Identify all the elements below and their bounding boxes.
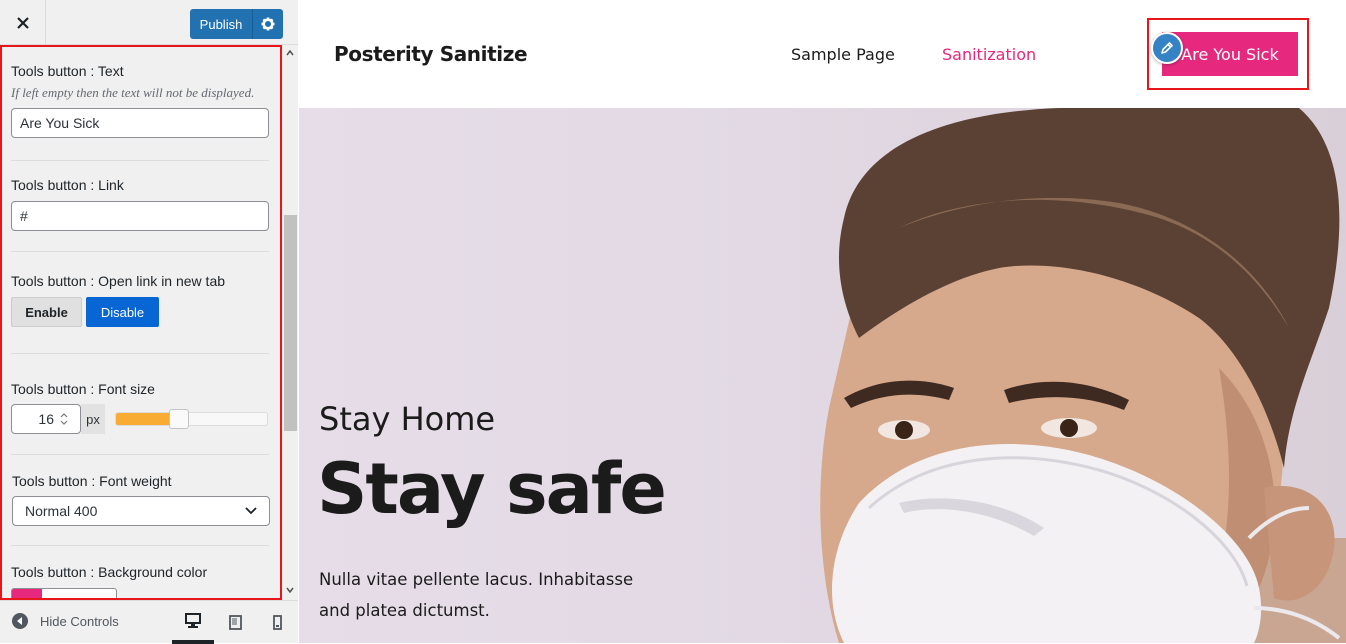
- control-label: Tools button : Text: [11, 63, 124, 79]
- tablet-preview-button[interactable]: [214, 601, 256, 644]
- control-bg-color: Tools button : Background color: [11, 564, 269, 600]
- scroll-down-arrow[interactable]: [282, 582, 298, 598]
- divider: [11, 353, 269, 354]
- control-text: Tools button : Text If left empty then t…: [11, 63, 269, 138]
- font-weight-select[interactable]: Normal 400: [12, 496, 270, 526]
- divider: [11, 160, 269, 161]
- gear-icon: [261, 17, 275, 31]
- mobile-preview-button[interactable]: [256, 601, 298, 644]
- desktop-preview-button[interactable]: [172, 601, 214, 644]
- divider: [11, 251, 269, 252]
- close-icon: [16, 16, 29, 29]
- font-size-unit: px: [81, 404, 105, 434]
- hero-subtitle: Stay Home: [319, 400, 496, 438]
- hero-photo: [820, 108, 1346, 643]
- nav-link-sanitization[interactable]: Sanitization: [942, 45, 1036, 64]
- site-header: Posterity Sanitize Sample Page Sanitizat…: [299, 0, 1346, 108]
- control-label: Tools button : Link: [11, 177, 124, 193]
- disable-button[interactable]: Disable: [86, 297, 159, 327]
- publish-button[interactable]: Publish: [190, 9, 252, 39]
- pencil-icon: [1161, 42, 1173, 54]
- scroll-thumb[interactable]: [284, 215, 297, 431]
- enable-button[interactable]: Enable: [11, 297, 82, 327]
- customizer-header: Publish: [0, 0, 298, 45]
- control-label: Tools button : Font weight: [12, 473, 172, 489]
- scroll-up-arrow[interactable]: [282, 45, 298, 61]
- chevron-down-icon: [245, 507, 257, 515]
- divider: [11, 545, 269, 546]
- hide-controls-button[interactable]: Hide Controls: [12, 613, 119, 629]
- hero-section: Stay Home Stay safe Nulla vitae pellente…: [299, 108, 1346, 643]
- control-link: Tools button : Link #: [11, 177, 269, 231]
- button-text-input[interactable]: Are You Sick: [11, 108, 269, 138]
- hide-controls-label: Hide Controls: [40, 613, 119, 629]
- spinner-icon[interactable]: [58, 410, 70, 428]
- desktop-icon: [185, 613, 201, 628]
- tablet-icon: [228, 615, 242, 630]
- controls-panel: Tools button : Text If left empty then t…: [0, 45, 282, 600]
- collapse-arrow-icon: [12, 613, 28, 629]
- mobile-icon: [272, 615, 282, 630]
- publish-settings-button[interactable]: [252, 9, 283, 39]
- hero-text: Nulla vitae pellente lacus. Inhabitasse …: [319, 570, 634, 620]
- site-preview: Posterity Sanitize Sample Page Sanitizat…: [299, 0, 1346, 643]
- control-font-size: Tools button : Font size 16 px: [11, 381, 269, 434]
- site-title[interactable]: Posterity Sanitize: [334, 42, 528, 66]
- nav-link-sample-page[interactable]: Sample Page: [791, 45, 895, 64]
- are-you-sick-button[interactable]: Are You Sick: [1162, 32, 1298, 76]
- control-new-tab: Tools button : Open link in new tab Enab…: [11, 273, 269, 327]
- chevron-up-icon: [286, 50, 294, 56]
- font-size-row: 16 px: [11, 404, 269, 434]
- font-weight-value: Normal 400: [25, 503, 98, 519]
- hero-title: Stay safe: [317, 448, 667, 530]
- publish-group: Publish: [190, 9, 283, 39]
- control-label: Tools button : Font size: [11, 381, 155, 397]
- controls-scrollbar[interactable]: [282, 45, 298, 600]
- font-size-value: 16: [38, 411, 54, 427]
- slider-handle[interactable]: [169, 409, 189, 429]
- divider: [11, 454, 269, 455]
- chevron-down-icon: [286, 587, 294, 593]
- control-label: Tools button : Open link in new tab: [11, 273, 226, 289]
- font-size-input[interactable]: 16: [11, 404, 81, 434]
- bg-color-picker[interactable]: [11, 588, 117, 600]
- control-description: If left empty then the text will not be …: [11, 85, 255, 100]
- edit-shortcut-button[interactable]: [1151, 32, 1183, 64]
- customizer-sidebar: Publish Tools button : Text If left empt…: [0, 0, 298, 644]
- new-tab-toggle: Enable Disable: [11, 297, 269, 327]
- font-size-slider[interactable]: [115, 409, 268, 429]
- control-label: Tools button : Background color: [11, 564, 208, 580]
- button-link-input[interactable]: #: [11, 201, 269, 231]
- control-font-weight: Tools button : Font weight Normal 400: [12, 473, 270, 526]
- close-customizer-button[interactable]: [0, 0, 46, 45]
- customizer-footer: Hide Controls: [0, 600, 298, 644]
- color-swatch: [12, 589, 42, 600]
